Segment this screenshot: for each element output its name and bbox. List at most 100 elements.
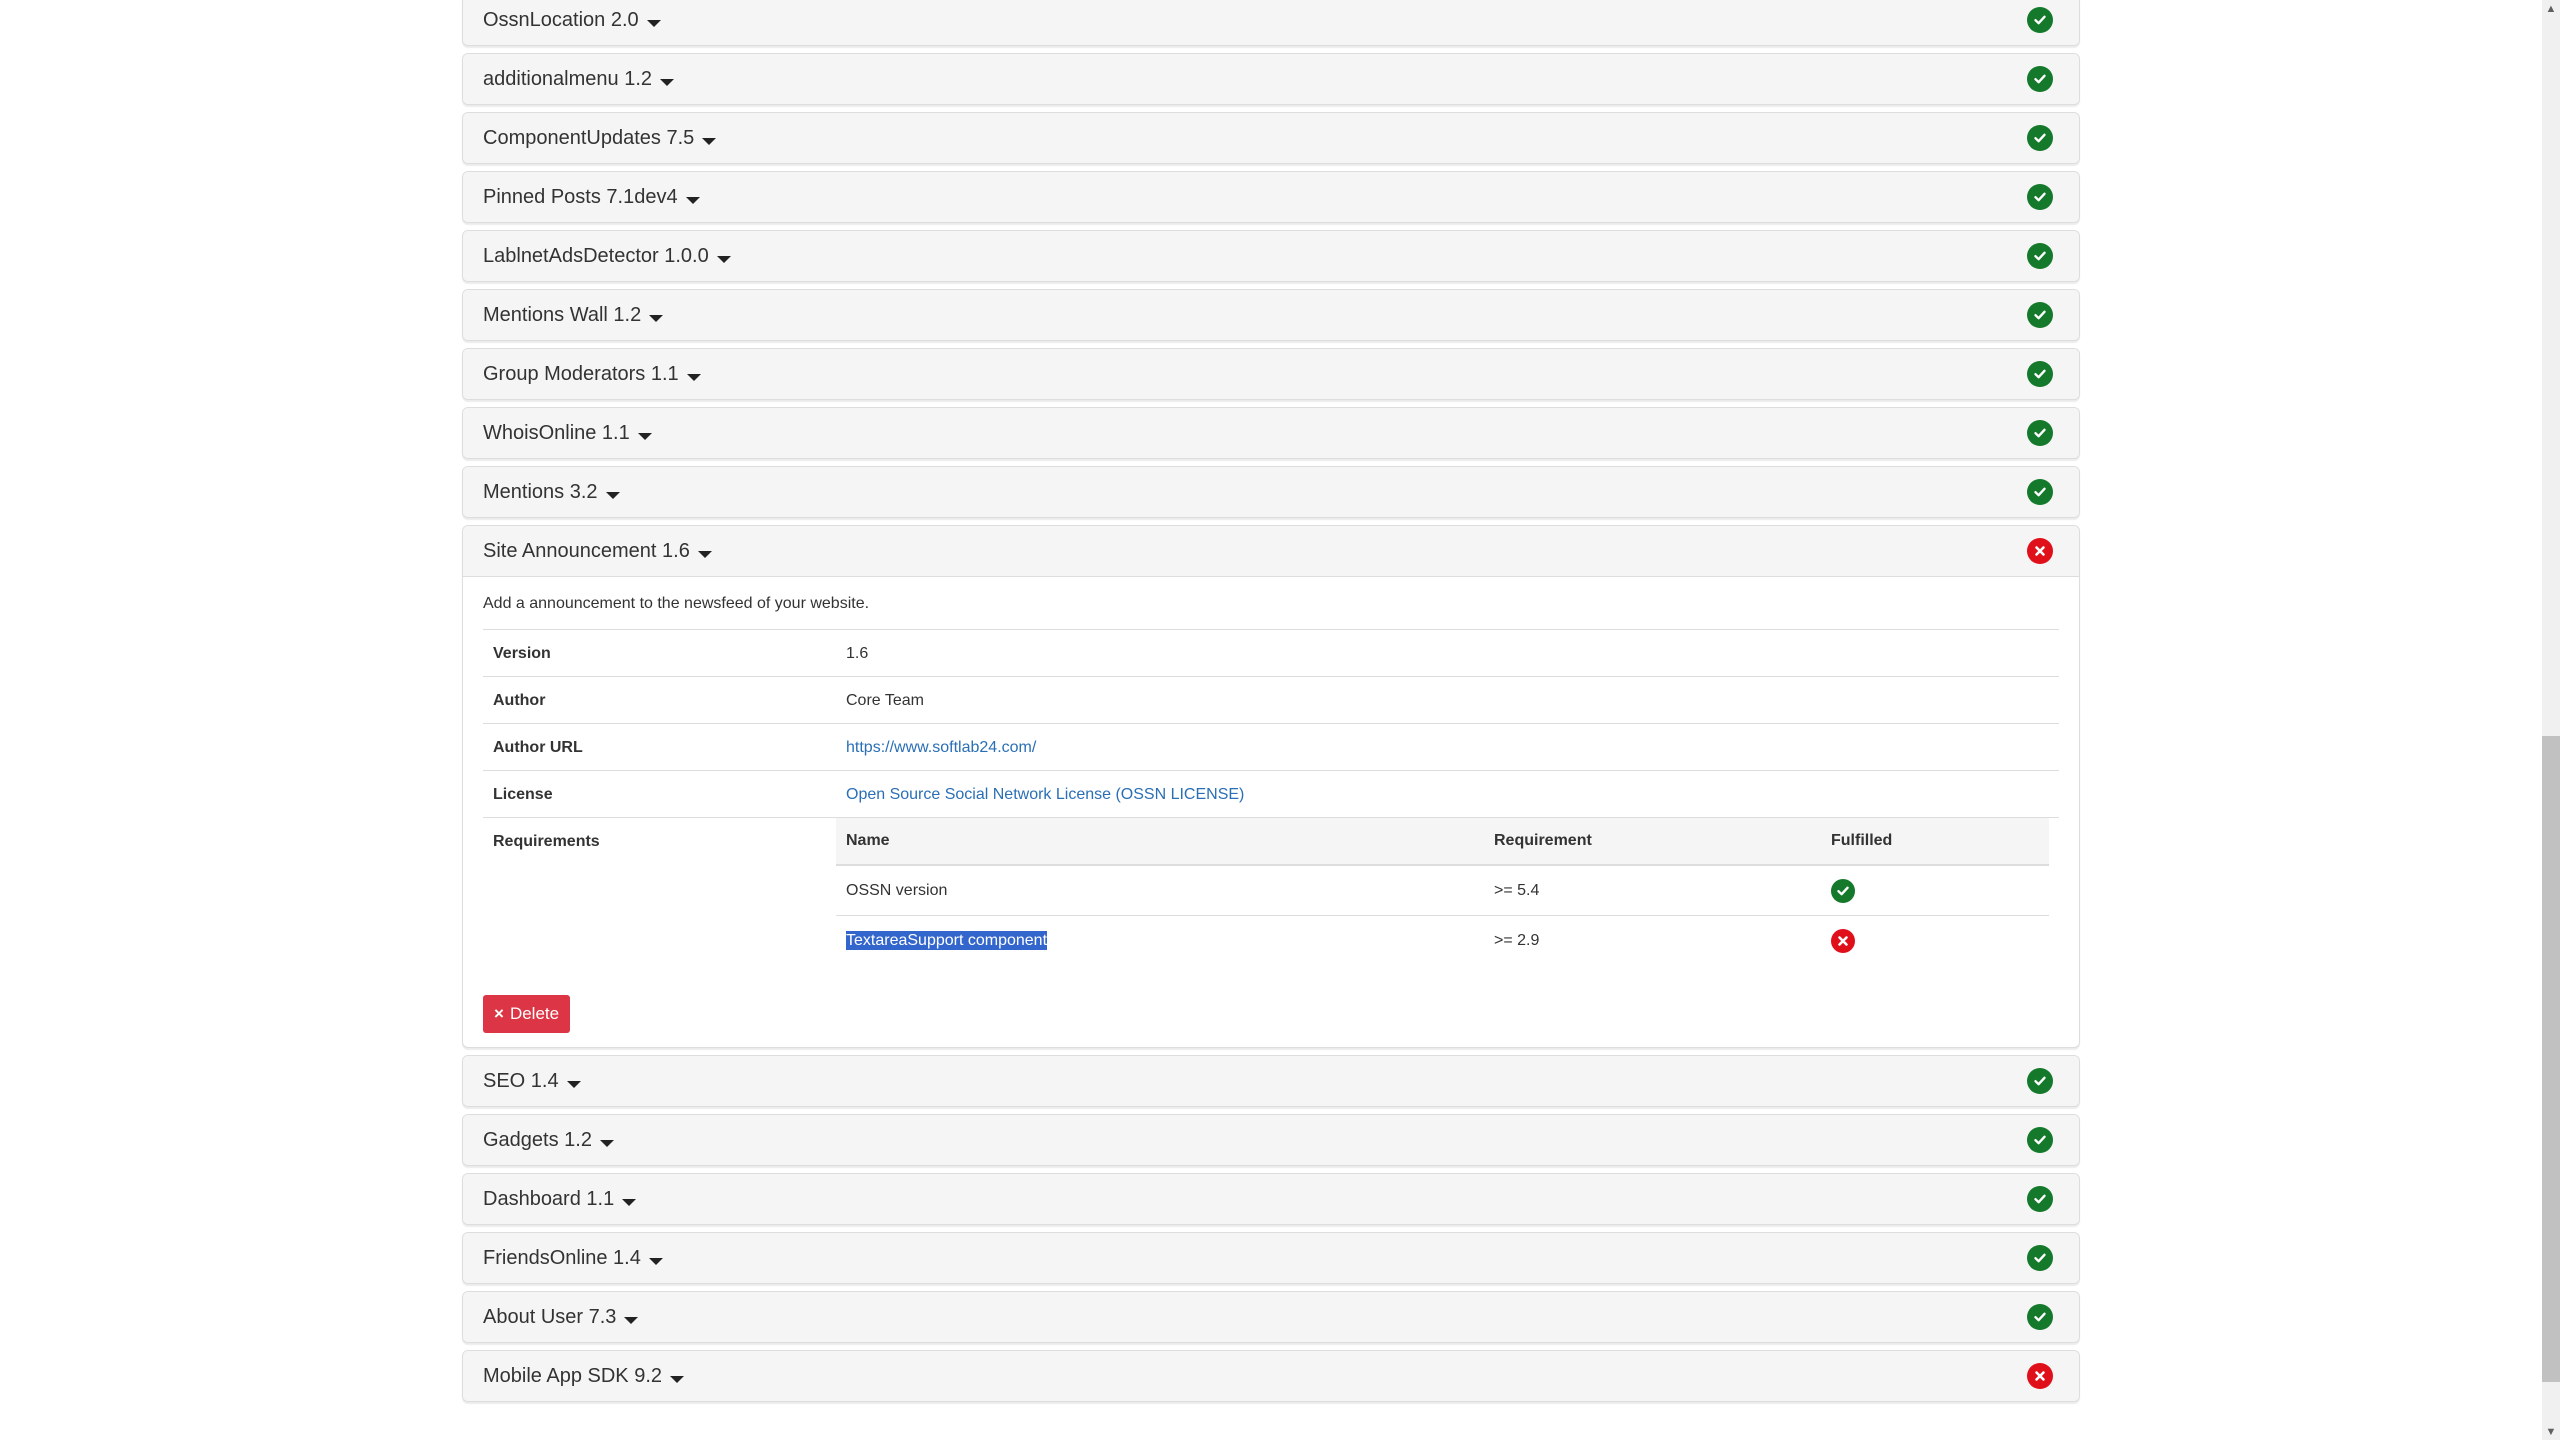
component-panel-heading[interactable]: Mentions 3.2 — [463, 467, 2079, 517]
component-panel-heading[interactable]: additionalmenu 1.2 — [463, 54, 2079, 104]
scroll-thumb[interactable] — [2542, 736, 2560, 1382]
component-name: additionalmenu 1.2 — [483, 67, 653, 90]
component-name: LablnetAdsDetector 1.0.0 — [483, 244, 709, 267]
component-title[interactable]: Pinned Posts 7.1dev4 — [483, 186, 700, 209]
component-panel-heading[interactable]: Mobile App SDK 9.2 — [463, 1351, 2079, 1401]
component-title[interactable]: Mentions Wall 1.2 — [483, 304, 664, 327]
component-title[interactable]: Gadgets 1.2 — [483, 1129, 614, 1152]
component-name: ComponentUpdates 7.5 — [483, 126, 695, 149]
component-panel: Mentions Wall 1.2 — [462, 289, 2080, 341]
caret-down-icon — [716, 255, 731, 263]
component-panel: OssnLocation 2.0 — [462, 0, 2080, 46]
scrollbar[interactable]: ▲ ▼ — [2542, 0, 2560, 1440]
component-panel: Group Moderators 1.1 — [462, 348, 2080, 400]
check-circle-icon — [2027, 1127, 2053, 1153]
component-name: Dashboard 1.1 — [483, 1187, 615, 1210]
component-panel-heading[interactable]: WhoisOnline 1.1 — [463, 408, 2079, 458]
check-circle-icon — [2027, 361, 2053, 387]
details-label: Version — [483, 629, 836, 677]
component-title[interactable]: Dashboard 1.1 — [483, 1187, 637, 1211]
component-panel-heading[interactable]: Group Moderators 1.1 — [463, 349, 2079, 399]
component-panel: Mobile App SDK 9.2 — [462, 1350, 2080, 1402]
component-name: Site Announcement 1.6 — [483, 539, 690, 562]
requirement-row: OSSN version >= 5.4 — [836, 865, 2049, 916]
check-circle-icon — [2027, 420, 2053, 446]
caret-down-icon — [660, 78, 675, 86]
details-row-author: Author Core Team — [483, 676, 2059, 724]
requirements-header-row: Name Requirement Fulfilled — [836, 817, 2049, 866]
component-title[interactable]: ComponentUpdates 7.5 — [483, 126, 717, 150]
component-title[interactable]: Group Moderators 1.1 — [483, 363, 701, 386]
component-title[interactable]: FriendsOnline 1.4 — [483, 1247, 663, 1270]
component-panel-heading[interactable]: Mentions Wall 1.2 — [463, 290, 2079, 340]
component-name: Mobile App SDK 9.2 — [483, 1364, 662, 1387]
check-circle-icon — [2027, 479, 2053, 505]
caret-down-icon — [622, 1198, 637, 1206]
component-name: Pinned Posts 7.1dev4 — [483, 185, 678, 208]
details-label: Author — [483, 676, 836, 724]
scroll-up-arrow-icon[interactable]: ▲ — [2542, 0, 2560, 17]
author-url-link[interactable]: https://www.softlab24.com/ — [846, 739, 1036, 756]
component-panel: ComponentUpdates 7.5 — [462, 112, 2080, 164]
details-label: License — [483, 770, 836, 818]
component-panel-body: Add a announcement to the newsfeed of yo… — [463, 577, 2079, 1047]
details-row-author-url: Author URL https://www.softlab24.com/ — [483, 723, 2059, 771]
scroll-down-arrow-icon[interactable]: ▼ — [2542, 1423, 2560, 1440]
component-panel-heading[interactable]: SEO 1.4 — [463, 1056, 2079, 1106]
x-circle-icon — [1831, 929, 1855, 953]
component-panel: Mentions 3.2 — [462, 466, 2080, 518]
component-panel-heading[interactable]: Site Announcement 1.6 — [463, 526, 2079, 577]
details-label: Requirements — [483, 817, 836, 985]
component-panel: About User 7.3 — [462, 1291, 2080, 1343]
component-panel-heading[interactable]: FriendsOnline 1.4 — [463, 1233, 2079, 1283]
component-panel-heading[interactable]: Dashboard 1.1 — [463, 1174, 2079, 1224]
caret-down-icon — [566, 1080, 581, 1088]
component-panel-heading[interactable]: ComponentUpdates 7.5 — [463, 113, 2079, 163]
requirement-name: OSSN version — [846, 882, 948, 899]
caret-down-icon — [702, 137, 717, 145]
component-name: Group Moderators 1.1 — [483, 362, 679, 385]
component-title[interactable]: additionalmenu 1.2 — [483, 67, 675, 91]
component-name: About User 7.3 — [483, 1305, 617, 1328]
check-circle-icon — [2027, 66, 2053, 92]
component-panel-heading[interactable]: About User 7.3 — [463, 1292, 2079, 1342]
components-list: OssnLocation 2.0 additionalmenu 1.2 Comp… — [462, 0, 2080, 1409]
caret-down-icon — [649, 314, 664, 322]
requirement-version: >= 5.4 — [1494, 882, 1540, 899]
component-title[interactable]: LablnetAdsDetector 1.0.0 — [483, 245, 731, 268]
component-name: Mentions 3.2 — [483, 480, 598, 503]
component-panel-heading[interactable]: Pinned Posts 7.1dev4 — [463, 172, 2079, 222]
component-description: Add a announcement to the newsfeed of yo… — [483, 595, 870, 612]
component-title[interactable]: SEO 1.4 — [483, 1070, 581, 1093]
details-row-version: Version 1.6 — [483, 629, 2059, 677]
component-panel: FriendsOnline 1.4 — [462, 1232, 2080, 1284]
check-circle-icon — [2027, 184, 2053, 210]
column-header-fulfilled: Fulfilled — [1821, 817, 2049, 866]
component-title[interactable]: OssnLocation 2.0 — [483, 9, 661, 32]
close-icon: × — [494, 1004, 504, 1023]
component-details-table: Version 1.6 Author Core Team Author URL … — [483, 629, 2059, 985]
component-title[interactable]: About User 7.3 — [483, 1305, 639, 1329]
component-name: Gadgets 1.2 — [483, 1128, 592, 1151]
component-title[interactable]: WhoisOnline 1.1 — [483, 422, 652, 445]
requirement-version: >= 2.9 — [1484, 915, 1821, 965]
check-circle-icon — [1831, 879, 1855, 903]
component-panel: Dashboard 1.1 — [462, 1173, 2080, 1225]
license-link[interactable]: Open Source Social Network License (OSSN… — [846, 786, 1244, 803]
requirements-table: Name Requirement Fulfilled OSSN version >… — [836, 817, 2049, 965]
component-panel-heading[interactable]: OssnLocation 2.0 — [463, 0, 2079, 45]
check-circle-icon — [2027, 243, 2053, 269]
caret-down-icon — [646, 19, 661, 27]
delete-label: Delete — [509, 1004, 560, 1023]
component-name: WhoisOnline 1.1 — [483, 421, 630, 444]
caret-down-icon — [637, 432, 652, 440]
component-title[interactable]: Site Announcement 1.6 — [483, 540, 712, 563]
component-name: OssnLocation 2.0 — [483, 8, 639, 31]
component-panel-heading[interactable]: LablnetAdsDetector 1.0.0 — [463, 231, 2079, 281]
requirement-name: TextareaSupport component — [846, 931, 1048, 950]
component-title[interactable]: Mentions 3.2 — [483, 481, 620, 504]
caret-down-icon — [697, 550, 712, 558]
delete-button[interactable]: × Delete — [483, 995, 571, 1033]
component-panel-heading[interactable]: Gadgets 1.2 — [463, 1115, 2079, 1165]
component-title[interactable]: Mobile App SDK 9.2 — [483, 1365, 684, 1388]
